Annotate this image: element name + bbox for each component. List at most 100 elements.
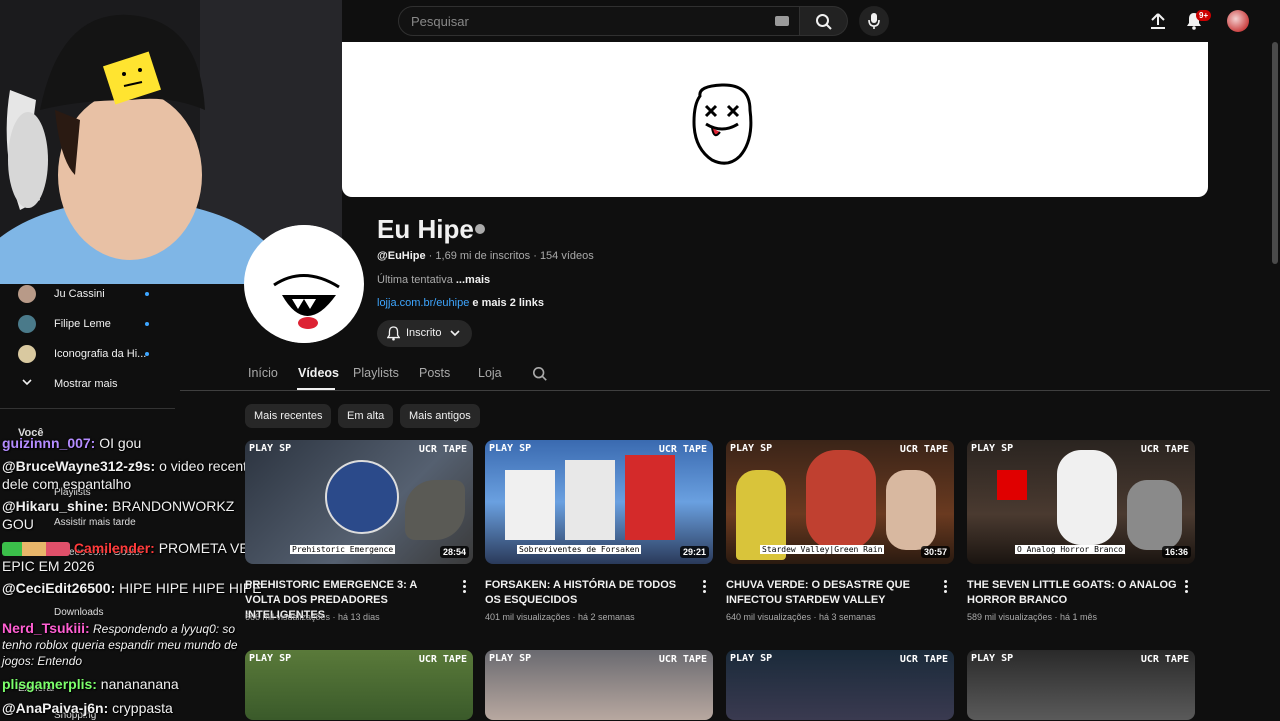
upload-icon[interactable] — [1150, 12, 1166, 30]
chat-message: @CeciEdit26500: HIPE HIPE HIPE HIPE — [2, 579, 268, 597]
chat-message: Nerd_Tsukiii: Respondendo a lyyuq0: so t… — [2, 620, 268, 669]
channel-description-text: Última tentativa — [377, 274, 456, 286]
vhs-play-label: PLAY SP — [971, 443, 1014, 454]
more-links-link[interactable]: e mais 2 links — [469, 297, 544, 309]
subscribe-label: Inscrito — [406, 327, 442, 339]
chip-em-alta[interactable]: Em alta — [338, 404, 394, 428]
channel-mascot-logo — [692, 83, 753, 165]
channel-search-icon[interactable] — [532, 366, 548, 382]
live-dot — [145, 322, 149, 326]
chevron-down-icon — [450, 330, 460, 337]
subscription-name: Ju Cassini — [54, 288, 105, 300]
chat-text: cryppasta — [108, 700, 173, 716]
video-thumbnail[interactable]: PLAY SP UCR TAPE Sobreviventes de Forsak… — [485, 440, 713, 564]
chat-username: Camilender: — [73, 540, 155, 556]
channel-stats: · 1,69 mi de inscritos · 154 vídeos — [425, 250, 594, 262]
tab-loja[interactable]: Loja — [478, 366, 502, 380]
chat-text: OI gou — [95, 435, 142, 451]
tab-posts[interactable]: Posts — [419, 366, 450, 380]
vhs-tape-label: UCR TAPE — [1140, 654, 1189, 665]
video-title[interactable]: THE SEVEN LITTLE GOATS: O ANALOG HORROR … — [967, 578, 1177, 608]
sidebar-show-more[interactable]: Mostrar mais — [18, 375, 178, 397]
video-meta: 666 mil visualizações · há 13 dias — [245, 612, 380, 622]
sidebar-subscription-filipe-leme[interactable]: Filipe Leme — [18, 315, 178, 337]
chip-mais-recentes[interactable]: Mais recentes — [245, 404, 332, 428]
video-meta: 401 mil visualizações · há 2 semanas — [485, 612, 635, 622]
user-avatar[interactable] — [1227, 10, 1249, 32]
page-scrollbar[interactable] — [1272, 42, 1278, 264]
live-dot — [145, 352, 149, 356]
sidebar-subscription-ju-cassini[interactable]: Ju Cassini — [18, 285, 178, 307]
chip-mais-antigos[interactable]: Mais antigos — [400, 404, 480, 428]
video-meta: 640 mil visualizações · há 3 semanas — [726, 612, 876, 622]
channel-store-link[interactable]: lojja.com.br/euhipe — [377, 297, 469, 309]
chat-username: guizinnn_007: — [2, 435, 96, 451]
video-thumbnail[interactable]: PLAY SP UCR TAPE O Analog Horror Branco … — [967, 440, 1195, 564]
video-title[interactable]: FORSAKEN: A HISTÓRIA DE TODOS OS ESQUECI… — [485, 578, 695, 608]
vhs-tape-label: UCR TAPE — [418, 444, 467, 455]
thumbnail-caption: Sobreviventes de Forsaken — [517, 545, 642, 554]
video-thumbnail[interactable]: PLAY SP UCR TAPE — [245, 650, 473, 720]
channel-links: lojja.com.br/euhipe e mais 2 links — [377, 297, 544, 309]
description-more-link[interactable]: ...mais — [456, 274, 490, 286]
vhs-tape-label: UCR TAPE — [658, 654, 707, 665]
notification-badge: 9+ — [1196, 10, 1212, 21]
vhs-play-label: PLAY SP — [971, 653, 1014, 664]
vhs-tape-label: UCR TAPE — [658, 444, 707, 455]
search-input[interactable]: Pesquisar — [398, 6, 800, 36]
channel-name: Eu Hipe — [377, 214, 474, 244]
vhs-play-label: PLAY SP — [249, 653, 292, 664]
chat-message: @Hikaru_shine: BRANDONWORKZ GOU — [2, 497, 268, 533]
video-thumbnail[interactable]: PLAY SP UCR TAPE — [967, 650, 1195, 720]
tab-videos[interactable]: Vídeos — [298, 366, 339, 380]
chat-text: HIPE HIPE HIPE HIPE — [115, 580, 262, 596]
subscription-name: Filipe Leme — [54, 318, 111, 330]
video-thumbnail[interactable]: PLAY SP UCR TAPE — [726, 650, 954, 720]
show-more-label: Mostrar mais — [54, 378, 118, 390]
channel-meta: @EuHipe · 1,69 mi de inscritos · 154 víd… — [377, 250, 594, 262]
chat-message: @BruceWayne312-z9s: o video recente dele… — [2, 457, 268, 493]
video-thumbnail[interactable]: PLAY SP UCR TAPE Stardew Valley|Green Ra… — [726, 440, 954, 564]
video-duration: 30:57 — [920, 546, 950, 558]
vhs-play-label: PLAY SP — [730, 443, 773, 454]
search-button[interactable] — [800, 6, 848, 36]
keyboard-icon[interactable] — [775, 16, 789, 26]
chat-username: @AnaPaiva-j6n: — [2, 700, 109, 716]
sidebar-item-downloads[interactable]: Downloads — [54, 607, 103, 618]
more-options-icon[interactable] — [463, 580, 466, 595]
bell-icon — [387, 326, 400, 341]
search-icon — [816, 14, 832, 30]
video-thumbnail[interactable]: PLAY SP UCR TAPE — [485, 650, 713, 720]
video-thumbnail[interactable]: PLAY SP UCR TAPE Prehistoric Emergence 2… — [245, 440, 473, 564]
channel-description[interactable]: Última tentativa ...mais — [377, 274, 490, 286]
chat-message: Camilender: PROMETA VER EPIC EM 2026 — [2, 539, 268, 575]
tab-inicio[interactable]: Início — [248, 366, 278, 380]
chat-message: plisgamerplis: nanananana — [2, 675, 268, 693]
vhs-tape-label: UCR TAPE — [418, 654, 467, 665]
subscription-name: Iconografia da Hi... — [54, 348, 147, 360]
sidebar-subscription-iconografia[interactable]: Iconografia da Hi... — [18, 345, 178, 367]
monster-character — [806, 450, 876, 550]
channel-avatar[interactable] — [244, 225, 364, 343]
chat-username: Nerd_Tsukiii: — [2, 620, 90, 636]
tabs-divider — [180, 390, 1270, 391]
tab-playlists[interactable]: Playlists — [353, 366, 399, 380]
red-square — [997, 470, 1027, 500]
more-options-icon[interactable] — [703, 580, 706, 595]
video-title[interactable]: CHUVA VERDE: O DESASTRE QUE INFECTOU STA… — [726, 578, 936, 608]
vhs-play-label: PLAY SP — [489, 653, 532, 664]
white-goat-character — [1057, 450, 1117, 545]
channel-avatar-face-icon — [245, 225, 363, 343]
avatar — [18, 345, 36, 363]
chat-message: guizinnn_007: OI gou — [2, 434, 268, 452]
microphone-icon — [868, 13, 880, 29]
thumbnail-caption: O Analog Horror Branco — [1015, 545, 1125, 554]
subscribed-button[interactable]: Inscrito — [377, 320, 472, 347]
thumbnail-caption: Stardew Valley|Green Rain — [760, 545, 885, 554]
video-duration: 16:36 — [1161, 546, 1191, 558]
voice-search-button[interactable] — [859, 6, 889, 36]
more-options-icon[interactable] — [1185, 580, 1188, 595]
more-options-icon[interactable] — [944, 580, 947, 595]
chat-username: @Hikaru_shine: — [2, 498, 109, 514]
sidebar-divider — [0, 408, 175, 409]
